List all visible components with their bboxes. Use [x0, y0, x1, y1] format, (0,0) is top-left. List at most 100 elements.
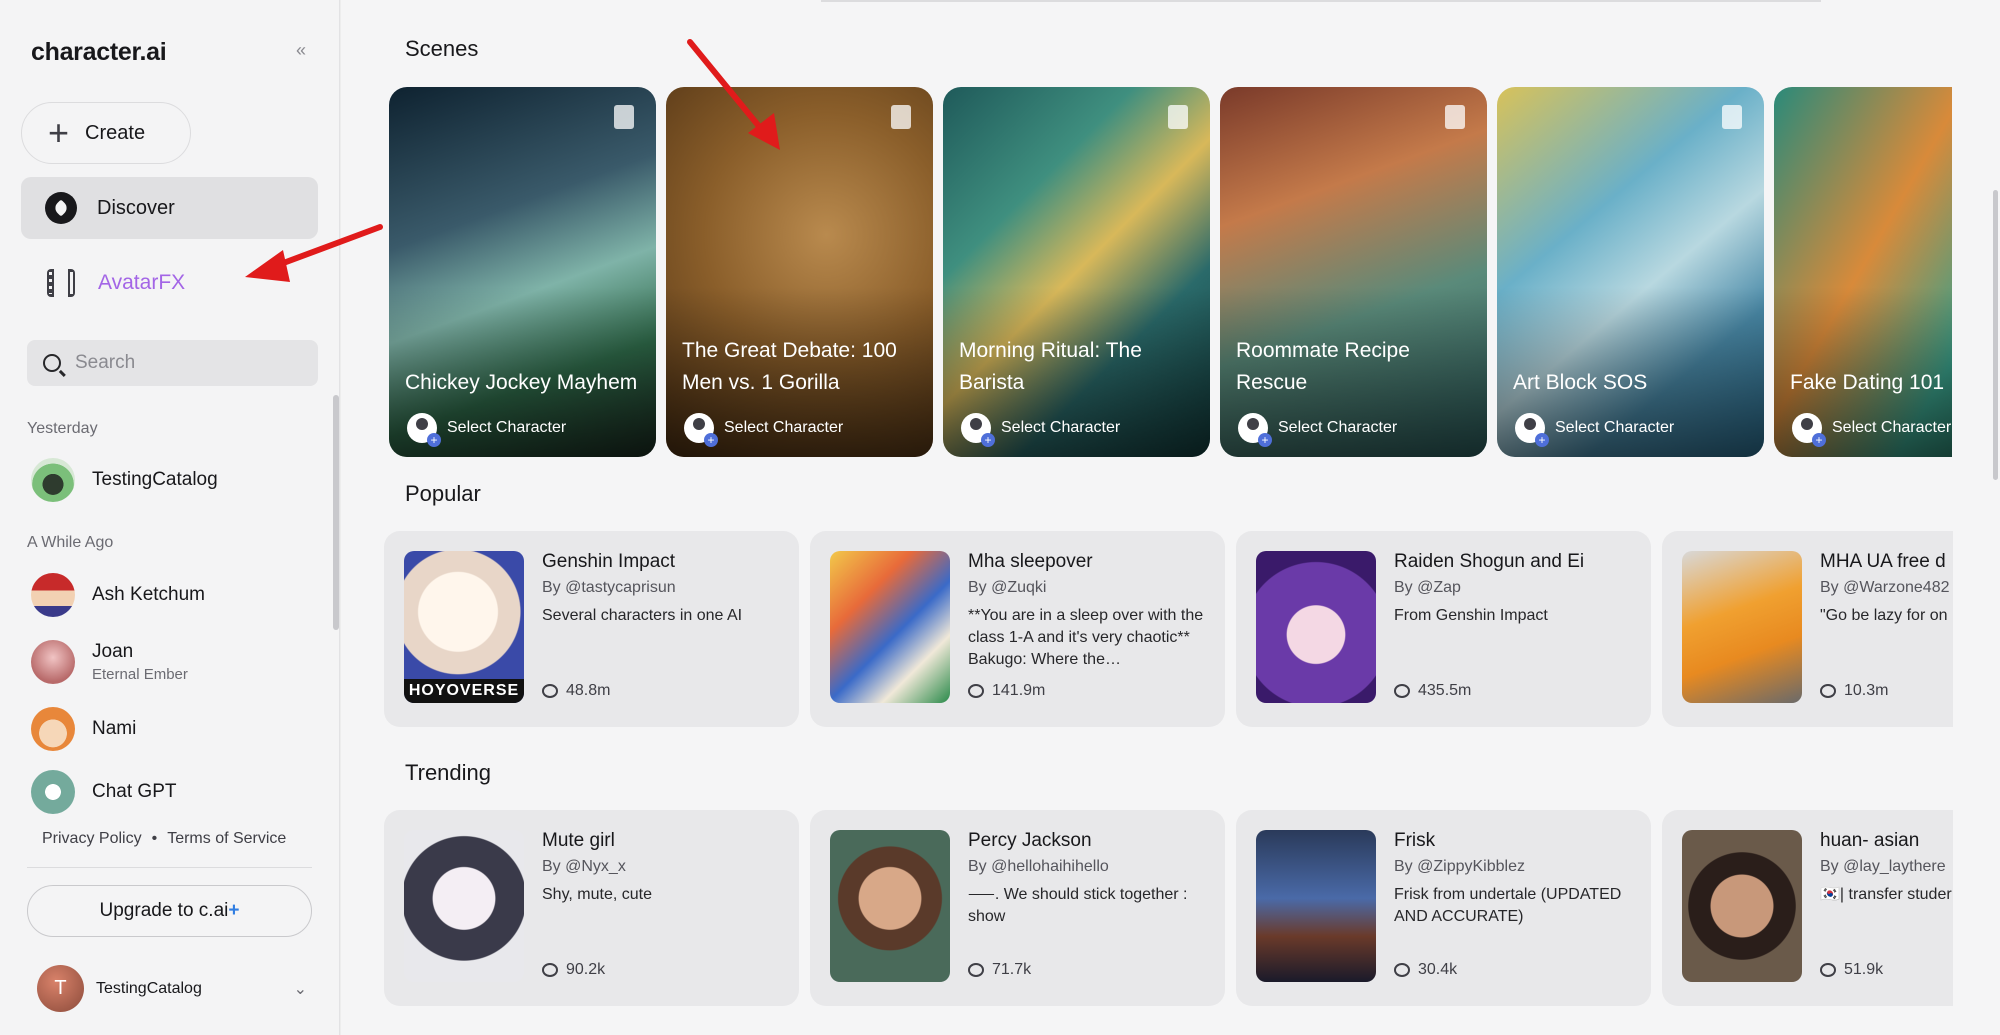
chat-count: 71.7k: [968, 961, 1031, 979]
character-card[interactable]: Percy Jackson By @hellohaihihello ⸺. We …: [810, 810, 1225, 1006]
scene-badge-icon: [891, 105, 911, 129]
scene-card[interactable]: Art Block SOS Select Character: [1497, 87, 1764, 457]
search-input[interactable]: Search: [27, 340, 318, 386]
chat-bubble-icon: [542, 963, 558, 977]
chat-item-ash-ketchum[interactable]: Ash Ketchum: [31, 573, 205, 617]
character-card[interactable]: HOYOVERSE Genshin Impact By @tastycapris…: [384, 531, 799, 727]
avatar: [31, 458, 75, 502]
character-name: Genshin Impact: [542, 551, 676, 572]
collapse-sidebar-icon[interactable]: «: [296, 40, 318, 62]
chat-item-nami[interactable]: Nami: [31, 707, 136, 751]
chat-bubble-icon: [968, 684, 984, 698]
character-image: [830, 551, 950, 703]
select-character-label: Select Character: [1832, 419, 1952, 436]
user-menu[interactable]: T TestingCatalog ⌄: [37, 965, 307, 1012]
character-card[interactable]: Mha sleepover By @Zuqki **You are in a s…: [810, 531, 1225, 727]
scene-card[interactable]: Morning Ritual: The Barista Select Chara…: [943, 87, 1210, 457]
character-description: 🇰🇷| transfer studer: [1820, 886, 1952, 903]
chat-bubble-icon: [968, 963, 984, 977]
create-button[interactable]: + Create: [21, 102, 191, 164]
character-description: Several characters in one AI: [542, 607, 743, 624]
select-character-icon: [1792, 413, 1826, 447]
character-description: ⸺. We should stick together : show: [968, 886, 1188, 925]
privacy-policy-link[interactable]: Privacy Policy: [42, 830, 142, 848]
chat-item-testingcatalog[interactable]: TestingCatalog: [31, 458, 218, 502]
chat-bubble-icon: [1820, 684, 1836, 698]
search-placeholder: Search: [75, 352, 136, 373]
select-character-button[interactable]: Select Character: [1238, 413, 1397, 447]
app-logo[interactable]: character.ai: [31, 38, 167, 67]
character-card[interactable]: Frisk By @ZippyKibblez Frisk from undert…: [1236, 810, 1651, 1006]
select-character-button[interactable]: Select Character: [1792, 413, 1952, 447]
compass-icon: [45, 192, 77, 224]
character-name: Mute girl: [542, 830, 615, 851]
trending-row: Mute girl By @Nyx_x Shy, mute, cute 90.2…: [384, 810, 1953, 1006]
avatar: [31, 640, 75, 684]
nav-avatarfx[interactable]: AvatarFX: [21, 252, 318, 314]
character-author: By @Zuqki: [968, 579, 1047, 596]
chat-count: 30.4k: [1394, 961, 1457, 979]
chat-name: Chat GPT: [92, 781, 177, 802]
chat-count: 435.5m: [1394, 682, 1471, 700]
section-while-ago: A While Ago: [27, 534, 114, 551]
sidebar-scrollbar[interactable]: [333, 395, 339, 630]
scene-card[interactable]: The Great Debate: 100 Men vs. 1 Gorilla …: [666, 87, 933, 457]
chat-bubble-icon: [1394, 963, 1410, 977]
select-character-button[interactable]: Select Character: [407, 413, 567, 447]
character-name: Percy Jackson: [968, 830, 1092, 851]
nav-discover[interactable]: Discover: [21, 177, 318, 239]
scene-card[interactable]: Chickey Jockey Mayhem Select Character: [389, 87, 656, 457]
upgrade-button[interactable]: Upgrade to c.ai +: [27, 885, 312, 937]
character-author: By @ZippyKibblez: [1394, 858, 1525, 875]
chat-count-value: 435.5m: [1418, 682, 1472, 699]
avatarfx-label: AvatarFX: [98, 271, 186, 294]
chat-count-value: 71.7k: [992, 961, 1032, 978]
select-character-button[interactable]: Select Character: [684, 413, 843, 447]
divider: [821, 0, 1821, 2]
select-character-label: Select Character: [447, 419, 567, 436]
scene-title: Morning Ritual: The Barista: [959, 339, 1142, 394]
select-character-button[interactable]: Select Character: [961, 413, 1120, 447]
separator-dot: •: [151, 830, 158, 847]
character-image: [1682, 551, 1802, 703]
scene-card[interactable]: Fake Dating 101 Select Character: [1774, 87, 1952, 457]
character-name: huan- asian: [1820, 830, 1920, 851]
terms-link[interactable]: Terms of Service: [167, 830, 286, 848]
scene-badge-icon: [614, 105, 634, 129]
main-scrollbar[interactable]: [1993, 190, 1998, 480]
avatar: [31, 573, 75, 617]
scenes-carousel: Chickey Jockey Mayhem Select Character T…: [389, 87, 1952, 457]
film-icon: [47, 269, 75, 297]
character-image: [1682, 830, 1802, 982]
character-author: By @tastycaprisun: [542, 579, 676, 596]
scene-card[interactable]: Roommate Recipe Rescue Select Character: [1220, 87, 1487, 457]
popular-row: HOYOVERSE Genshin Impact By @tastycapris…: [384, 531, 1953, 727]
scene-title: Chickey Jockey Mayhem: [405, 371, 638, 394]
character-description: "Go be lazy for on month." -Nezu: [1820, 607, 1953, 624]
search-icon: [43, 354, 61, 372]
scene-badge-icon: [1168, 105, 1188, 129]
chevron-down-icon: ⌄: [293, 980, 307, 998]
character-author: By @Zap: [1394, 579, 1461, 596]
upgrade-plus: +: [228, 900, 240, 921]
character-card[interactable]: MHA UA free d By @Warzone482 "Go be lazy…: [1662, 531, 1953, 727]
chat-count: 10.3m: [1820, 682, 1888, 700]
chat-count: 51.9k: [1820, 961, 1883, 979]
character-card[interactable]: Mute girl By @Nyx_x Shy, mute, cute 90.2…: [384, 810, 799, 1006]
avatar: [31, 770, 75, 814]
character-image: [1256, 830, 1376, 982]
chat-item-joan[interactable]: Joan Eternal Ember: [31, 640, 188, 684]
character-card[interactable]: huan- asian By @lay_laythere 🇰🇷| transfe…: [1662, 810, 1953, 1006]
character-card[interactable]: Raiden Shogun and Ei By @Zap From Genshi…: [1236, 531, 1651, 727]
select-character-icon: [1238, 413, 1272, 447]
main-content: Scenes Chickey Jockey Mayhem Select Char…: [341, 0, 2000, 1035]
chat-item-chat-gpt[interactable]: Chat GPT: [31, 770, 176, 814]
select-character-button[interactable]: Select Character: [1515, 413, 1675, 447]
select-character-icon: [961, 413, 995, 447]
chat-count: 141.9m: [968, 682, 1045, 700]
section-title-scenes: Scenes: [405, 36, 479, 61]
select-character-label: Select Character: [1555, 419, 1675, 436]
scene-title: Fake Dating 101: [1790, 371, 1945, 394]
character-image: [830, 830, 950, 982]
chat-bubble-icon: [1394, 684, 1410, 698]
